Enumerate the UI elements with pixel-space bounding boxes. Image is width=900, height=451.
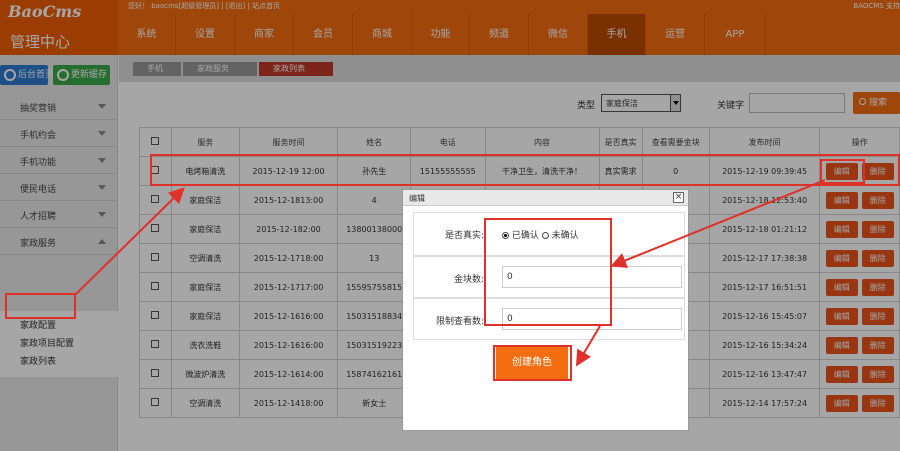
annotation-arrow bbox=[575, 325, 601, 367]
annotation-arrows bbox=[75, 179, 826, 367]
annotation-arrow bbox=[75, 187, 185, 295]
annotation-arrow bbox=[610, 179, 826, 268]
